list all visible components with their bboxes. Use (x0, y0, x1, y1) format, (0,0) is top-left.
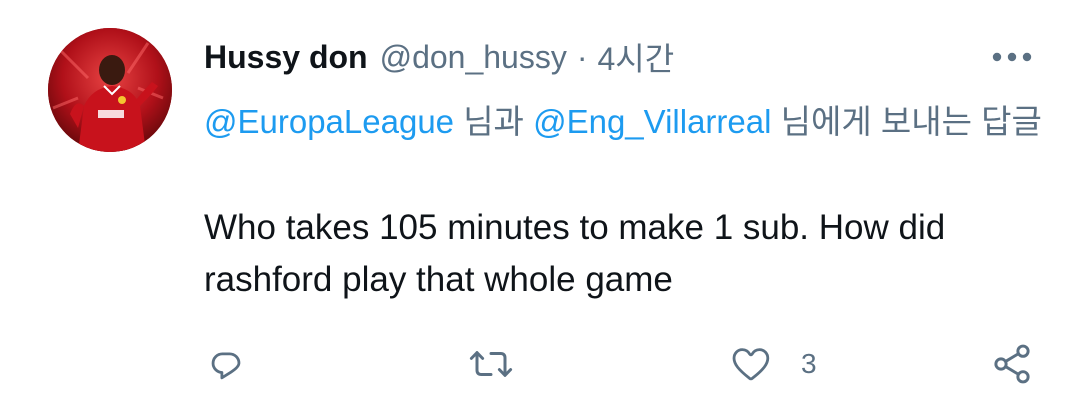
reply-connector-1: 님과 (454, 103, 534, 140)
timestamp[interactable]: 4시간 (598, 34, 675, 80)
separator-dot: · (576, 38, 588, 75)
more-icon (992, 52, 1032, 62)
heart-icon (732, 348, 770, 381)
tweet[interactable]: Hussy don @don_hussy · 4시간 @EuropaLeague… (0, 0, 1080, 419)
mention-eng-villarreal[interactable]: @Eng_Villarreal (533, 103, 771, 140)
like-count: 3 (801, 348, 817, 379)
reply-connector-2: 님에게 보내는 답글 (771, 103, 1042, 140)
mention-europaleague[interactable]: @EuropaLeague (204, 103, 454, 140)
reply-button[interactable] (205, 340, 247, 388)
action-bar: 3 (0, 340, 1080, 390)
avatar[interactable] (48, 28, 172, 152)
reply-icon (211, 352, 241, 380)
share-icon (994, 344, 1030, 384)
user-handle[interactable]: @don_hussy (380, 39, 567, 76)
more-options-button[interactable] (990, 40, 1034, 74)
tweet-text: Who takes 105 minutes to make 1 sub. How… (204, 208, 946, 299)
retweet-icon (469, 351, 513, 377)
avatar-image (48, 28, 172, 152)
retweet-button[interactable] (467, 340, 515, 388)
reply-context: @EuropaLeague 님과 @Eng_Villarreal 님에게 보내는… (204, 96, 1044, 148)
tweet-header: Hussy don @don_hussy · 4시간 (204, 36, 674, 78)
share-button[interactable] (990, 340, 1034, 388)
display-name[interactable]: Hussy don (204, 39, 368, 76)
like-button[interactable]: 3 (729, 340, 817, 388)
